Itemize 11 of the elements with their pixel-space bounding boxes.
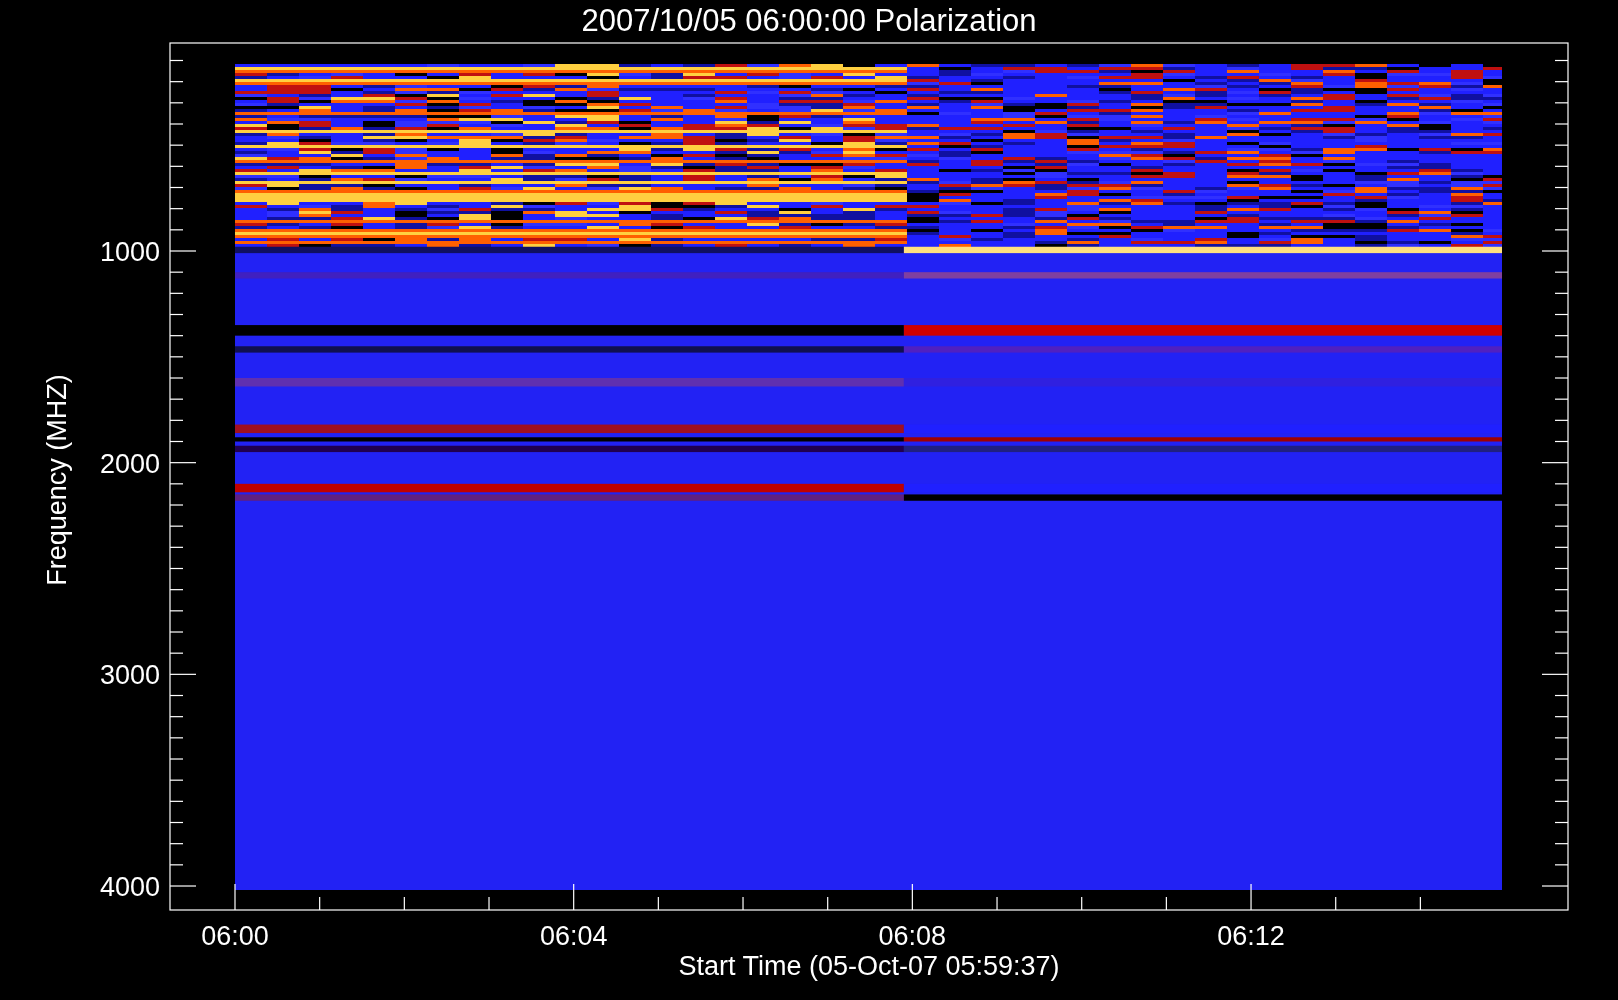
y-tick-label: 2000	[99, 448, 160, 479]
chart-title: 2007/10/05 06:00:00 Polarization	[581, 3, 1037, 38]
y-axis-label: Frequency (MHZ)	[42, 374, 72, 586]
x-tick-label: 06:12	[1217, 921, 1285, 951]
x-axis-label: Start Time (05-Oct-07 05:59:37)	[678, 951, 1060, 981]
y-tick-label: 4000	[99, 872, 160, 902]
x-tick-label: 06:00	[201, 921, 269, 951]
y-tick-label: 3000	[99, 660, 160, 691]
x-tick-label: 06:04	[539, 921, 608, 951]
x-tick-label: 06:08	[878, 921, 947, 951]
y-tick-label: 1000	[99, 237, 160, 267]
